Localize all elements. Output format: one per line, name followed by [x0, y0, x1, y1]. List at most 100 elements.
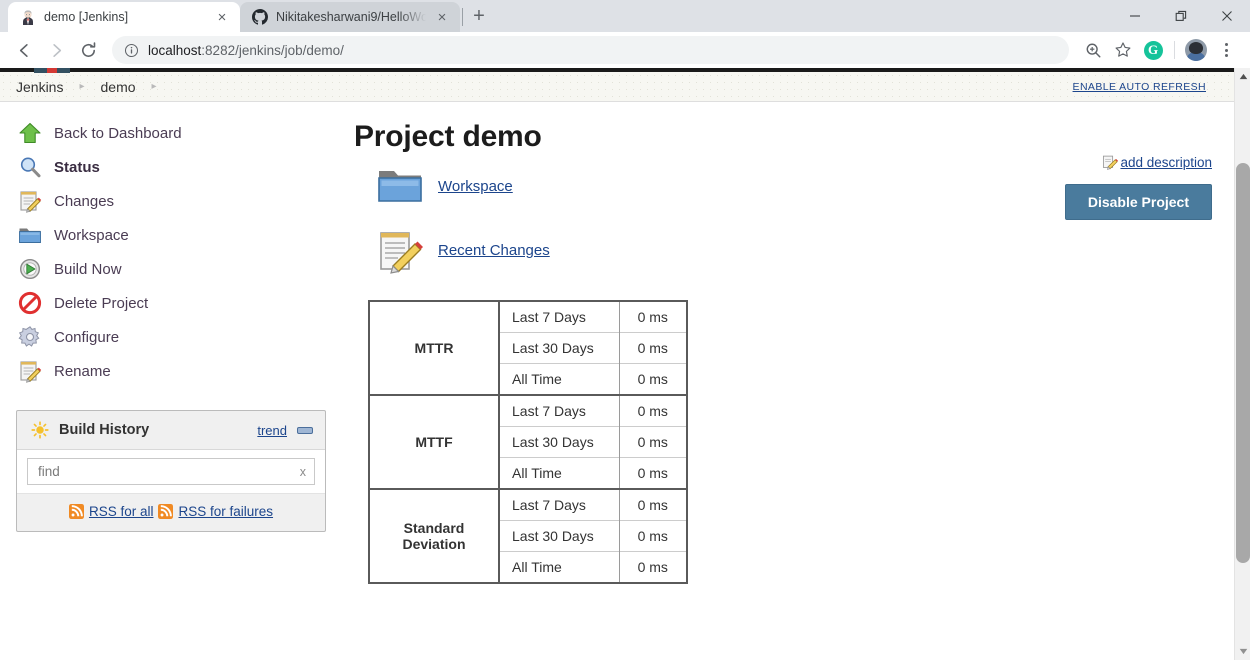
- sidebar-item-back-to-dashboard[interactable]: Back to Dashboard: [0, 116, 342, 150]
- sidebar-item-rename[interactable]: Rename: [0, 354, 342, 388]
- build-stats-table: MTTR Last 7 Days 0 ms Last 30 Days 0 ms …: [368, 300, 688, 584]
- jenkins-logo-icon[interactable]: [34, 68, 70, 73]
- edit-note-icon: [1103, 155, 1119, 170]
- tabstrip: demo [Jenkins] × Nikitakesharwani9/Hello…: [0, 0, 493, 32]
- rss-icon: [68, 504, 84, 519]
- github-icon: [252, 9, 268, 25]
- maximize-button[interactable]: [1158, 0, 1204, 32]
- chrome-menu-icon[interactable]: [1212, 36, 1240, 64]
- stats-period: All Time: [499, 551, 620, 583]
- sidebar-item-workspace[interactable]: Workspace: [0, 218, 342, 252]
- close-window-button[interactable]: [1204, 0, 1250, 32]
- trend-link[interactable]: trend: [257, 423, 287, 438]
- breadcrumb-item-jenkins[interactable]: Jenkins: [14, 79, 65, 95]
- stats-value: 0 ms: [619, 363, 687, 395]
- scroll-up-icon[interactable]: [1235, 68, 1250, 85]
- build-history-footer: RSS for all RSS for failures: [17, 493, 325, 531]
- folder-big-icon: [378, 171, 422, 202]
- back-button[interactable]: [10, 36, 38, 64]
- url-text: localhost:8282/jenkins/job/demo/: [148, 43, 344, 58]
- rss-for-failures-link[interactable]: RSS for failures: [178, 504, 273, 519]
- sidebar-item-build-now[interactable]: Build Now: [0, 252, 342, 286]
- page-body: Back to Dashboard Status Changes Workspa…: [0, 102, 1234, 584]
- sidebar-item-label: Build Now: [54, 260, 122, 278]
- disable-project-button[interactable]: Disable Project: [1064, 184, 1212, 220]
- sidebar: Back to Dashboard Status Changes Workspa…: [0, 102, 342, 532]
- stats-period: Last 7 Days: [499, 488, 620, 521]
- enable-auto-refresh-link[interactable]: ENABLE AUTO REFRESH: [1073, 81, 1206, 93]
- page-viewport: Jenkins ▸ demo ▸ ENABLE AUTO REFRESH Bac…: [0, 68, 1250, 660]
- sidebar-item-label: Back to Dashboard: [54, 124, 182, 142]
- three-dots-glyph: [1224, 43, 1228, 57]
- profile-avatar[interactable]: [1182, 36, 1210, 64]
- up-arrow-icon: [19, 122, 41, 144]
- stats-period: Last 7 Days: [499, 300, 620, 333]
- bookmark-star-icon[interactable]: [1109, 36, 1137, 64]
- stats-group-label: MTTF: [369, 394, 500, 489]
- stats-group-mttr: MTTR Last 7 Days 0 ms Last 30 Days 0 ms …: [369, 300, 687, 395]
- back-arrow-icon: [19, 43, 28, 57]
- tab-close-icon[interactable]: ×: [214, 10, 230, 25]
- collapse-bar-icon[interactable]: [297, 426, 313, 434]
- sidebar-item-status[interactable]: Status: [0, 150, 342, 184]
- notepad-pencil-icon: [20, 361, 42, 383]
- zoom-icon[interactable]: [1079, 36, 1107, 64]
- build-history-find-box[interactable]: x: [27, 458, 315, 485]
- stats-value: 0 ms: [619, 551, 687, 583]
- recent-changes-link[interactable]: Recent Changes: [438, 242, 550, 259]
- sidebar-item-label: Workspace: [54, 226, 129, 244]
- sun-icon: [31, 421, 49, 439]
- tab-title: demo [Jenkins]: [44, 10, 129, 24]
- sidebar-item-changes[interactable]: Changes: [0, 184, 342, 218]
- address-bar[interactable]: localhost:8282/jenkins/job/demo/: [112, 36, 1069, 64]
- clear-search-icon[interactable]: x: [294, 465, 306, 479]
- reload-button[interactable]: [74, 36, 102, 64]
- stats-period: Last 30 Days: [499, 520, 620, 552]
- stats-period: All Time: [499, 363, 620, 395]
- page-scrollbar[interactable]: [1234, 68, 1250, 660]
- window-controls: [1112, 0, 1250, 32]
- reload-icon: [81, 41, 95, 57]
- sidebar-item-delete-project[interactable]: Delete Project: [0, 286, 342, 320]
- forward-button[interactable]: [42, 36, 70, 64]
- stats-value: 0 ms: [619, 332, 687, 364]
- delete-no-entry-icon: [18, 291, 42, 315]
- browser-toolbar: localhost:8282/jenkins/job/demo/ G: [0, 32, 1250, 68]
- scrollbar-thumb[interactable]: [1236, 163, 1250, 563]
- sidebar-item-label: Rename: [54, 362, 111, 380]
- restore-icon: [1175, 10, 1186, 21]
- sidebar-item-label: Status: [54, 158, 100, 176]
- stats-group-mttf: MTTF Last 7 Days 0 ms Last 30 Days 0 ms …: [369, 394, 687, 489]
- breadcrumb: Jenkins ▸ demo ▸ ENABLE AUTO REFRESH: [0, 68, 1234, 102]
- recent-changes-link-row: Recent Changes: [376, 218, 1204, 282]
- stats-group-label: MTTR: [369, 301, 500, 395]
- build-history-panel: Build History trend x: [16, 410, 326, 532]
- stats-value: 0 ms: [619, 300, 687, 333]
- rss-for-all-link[interactable]: RSS for all: [89, 504, 154, 519]
- project-actions: add description Disable Project: [1064, 154, 1212, 220]
- grammarly-extension-icon[interactable]: G: [1139, 36, 1167, 64]
- workspace-link[interactable]: Workspace: [438, 178, 513, 195]
- breadcrumb-separator-icon: ▸: [79, 81, 85, 92]
- build-history-header: Build History trend: [17, 411, 325, 449]
- notepad-pencil-icon: [20, 191, 42, 213]
- build-history-title: Build History: [59, 422, 150, 438]
- sidebar-item-configure[interactable]: Configure: [0, 320, 342, 354]
- sidebar-item-label: Configure: [54, 328, 120, 346]
- minimize-button[interactable]: [1112, 0, 1158, 32]
- breadcrumb-item-demo[interactable]: demo: [99, 79, 138, 95]
- browser-tab-bar: demo [Jenkins] × Nikitakesharwani9/Hello…: [0, 0, 1250, 32]
- grammarly-glyph: G: [1143, 40, 1163, 60]
- new-tab-button[interactable]: +: [465, 2, 493, 30]
- notepad-big-icon: [380, 232, 423, 274]
- browser-tab-github-helloworld[interactable]: Nikitakesharwani9/HelloWorld: F ×: [240, 2, 460, 32]
- star-icon: [1115, 42, 1131, 57]
- url-host: localhost: [148, 42, 202, 58]
- folder-icon: [19, 228, 41, 243]
- browser-tab-demo-jenkins[interactable]: demo [Jenkins] ×: [8, 2, 240, 32]
- search-input[interactable]: [36, 463, 294, 480]
- scroll-down-icon[interactable]: [1235, 643, 1250, 660]
- add-description-link[interactable]: add description: [1102, 154, 1212, 171]
- toolbar-divider: [1174, 41, 1175, 59]
- tab-close-icon[interactable]: ×: [434, 10, 450, 25]
